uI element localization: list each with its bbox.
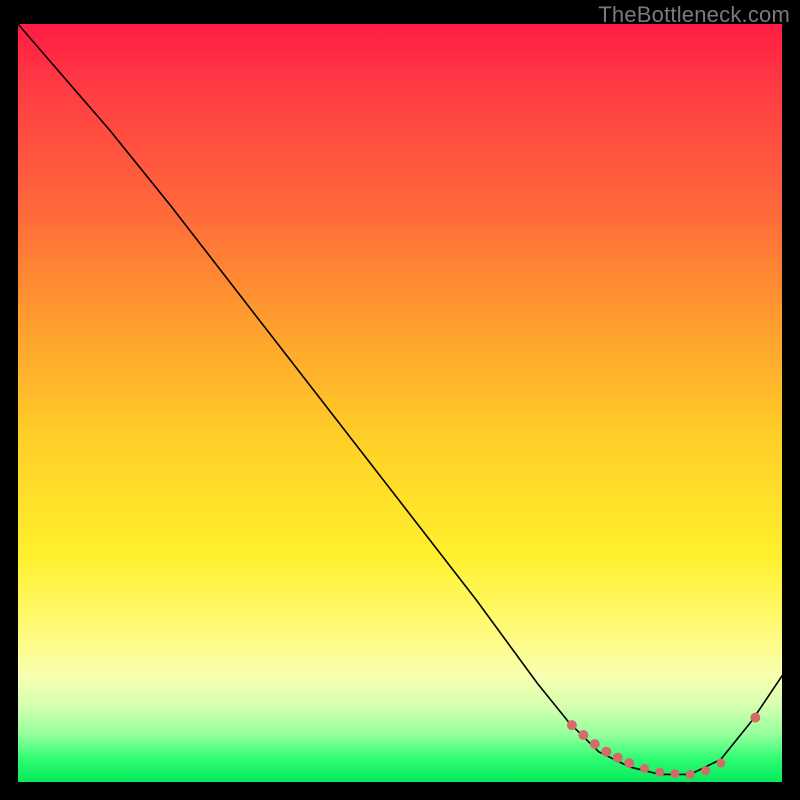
marker-point (671, 769, 680, 778)
marker-point (701, 766, 710, 775)
bottleneck-curve-line (18, 24, 782, 774)
marker-point (613, 753, 623, 763)
marker-point (567, 720, 577, 730)
gradient-plot-area (18, 24, 782, 782)
marker-point (601, 747, 611, 757)
marker-point (590, 739, 600, 749)
chart-stage: TheBottleneck.com (0, 0, 800, 800)
marker-point (640, 764, 649, 773)
marker-point (686, 770, 695, 779)
curve-svg (18, 24, 782, 782)
marker-point (578, 730, 588, 740)
marker-point (716, 759, 725, 768)
marker-point (655, 768, 664, 777)
marker-point (624, 758, 634, 768)
marker-point (750, 713, 760, 723)
